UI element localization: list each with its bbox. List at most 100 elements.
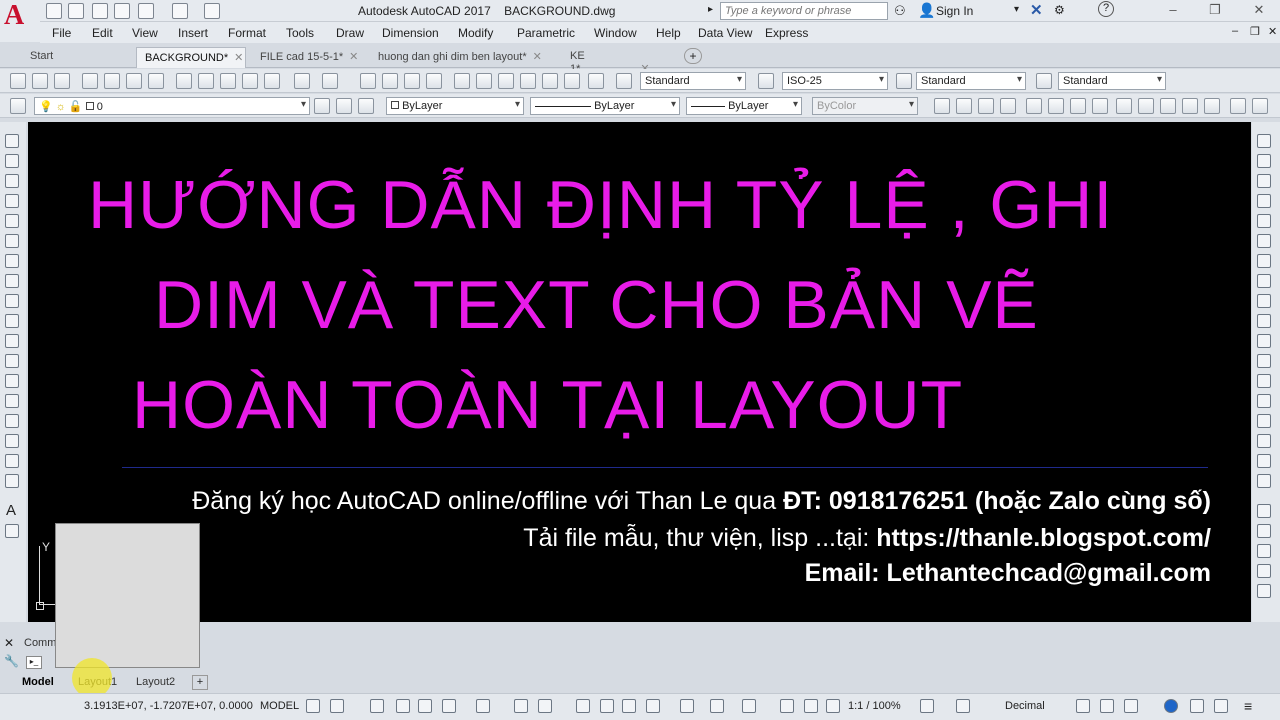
binoculars-icon[interactable]: ⚇ — [894, 3, 906, 19]
sign-in-dropdown-icon[interactable]: ▾ — [1014, 4, 1019, 15]
linear-dim-icon[interactable] — [934, 98, 950, 114]
lock-ui-icon[interactable] — [1100, 699, 1114, 713]
undo-icon[interactable] — [138, 3, 154, 19]
qnew-icon[interactable] — [10, 73, 26, 89]
undo-icon[interactable] — [294, 73, 310, 89]
multileader-style-icon[interactable] — [1036, 73, 1052, 89]
dropdown-arrow-icon[interactable]: ▸ — [708, 4, 713, 15]
diameter-dim-icon[interactable] — [1070, 98, 1086, 114]
redo-icon[interactable] — [322, 73, 338, 89]
annotation-scale-icon[interactable] — [826, 699, 840, 713]
gizmo-icon[interactable] — [742, 699, 756, 713]
annotation-visibility-icon[interactable] — [780, 699, 794, 713]
extend-icon[interactable] — [1257, 334, 1271, 348]
move-icon[interactable] — [1257, 234, 1271, 248]
dim-break-icon[interactable] — [1204, 98, 1220, 114]
application-menu-button[interactable]: A — [0, 0, 40, 42]
maximize-icon[interactable]: ❐ — [1206, 2, 1224, 18]
help-icon[interactable]: ? — [1098, 1, 1114, 17]
plotstyle-select[interactable]: ByColor — [812, 97, 918, 115]
menu-parametric[interactable]: Parametric — [517, 26, 575, 40]
clean-screen-icon[interactable] — [1190, 699, 1204, 713]
tab-close-icon[interactable]: ✕ — [533, 51, 542, 63]
transparency-icon[interactable] — [600, 699, 614, 713]
hatch-icon[interactable] — [5, 414, 19, 428]
block-editor-icon[interactable] — [264, 73, 280, 89]
offset-icon[interactable] — [1257, 194, 1271, 208]
layer-properties-icon[interactable] — [10, 98, 26, 114]
jogged-dim-icon[interactable] — [1048, 98, 1064, 114]
menu-draw[interactable]: Draw — [336, 26, 364, 40]
snap-icon[interactable] — [330, 699, 344, 713]
join-icon[interactable] — [1257, 394, 1271, 408]
command-close-icon[interactable]: ✕ — [4, 636, 14, 650]
spline-icon[interactable] — [5, 294, 19, 308]
a360-icon[interactable]: ⚙ — [1054, 3, 1065, 17]
open-icon[interactable] — [32, 73, 48, 89]
print-icon[interactable] — [114, 3, 130, 19]
tab-file-cad[interactable]: FILE cad 15-5-1* ✕ — [252, 47, 370, 68]
menu-format[interactable]: Format — [228, 26, 266, 40]
layer-states-icon[interactable] — [358, 98, 374, 114]
annotation-scale[interactable]: 1:1 / 100% — [848, 700, 901, 712]
design-center-icon[interactable] — [476, 73, 492, 89]
dim-style-select[interactable]: ISO-25 — [782, 72, 888, 90]
tab-close-icon[interactable]: ✕ — [349, 51, 358, 63]
color-select[interactable]: ByLayer — [386, 97, 524, 115]
menu-tools[interactable]: Tools — [286, 26, 314, 40]
send-under-icon[interactable] — [1257, 564, 1271, 578]
draw-order-back-icon[interactable] — [1257, 524, 1271, 538]
dim-space-icon[interactable] — [1182, 98, 1198, 114]
publish-icon[interactable] — [126, 73, 142, 89]
properties-icon[interactable] — [454, 73, 470, 89]
zoom-previous-icon[interactable] — [426, 73, 442, 89]
menu-file[interactable]: File — [52, 26, 71, 40]
dynamic-ucs-icon[interactable] — [680, 699, 694, 713]
text-style-icon[interactable] — [616, 73, 632, 89]
model-space-toggle[interactable]: MODEL — [260, 700, 299, 712]
user-icon[interactable]: 👤 — [918, 2, 935, 19]
tab-close-icon[interactable]: ✕ — [234, 52, 243, 64]
copy-icon[interactable] — [198, 73, 214, 89]
ellipse-arc-icon[interactable] — [5, 334, 19, 348]
tab-huong-dan[interactable]: huong dan ghi dim ben layout* ✕ — [370, 47, 560, 68]
match-properties-icon[interactable] — [242, 73, 258, 89]
make-block-icon[interactable] — [5, 374, 19, 388]
angular-dim-icon[interactable] — [1092, 98, 1108, 114]
explode-icon[interactable] — [1257, 474, 1271, 488]
construction-line-icon[interactable] — [5, 154, 19, 168]
tab-model[interactable]: Model — [14, 674, 62, 692]
markup-icon[interactable] — [542, 73, 558, 89]
lineweight-select[interactable]: ByLayer — [686, 97, 802, 115]
gradient-icon[interactable] — [5, 434, 19, 448]
bring-above-icon[interactable] — [1257, 544, 1271, 558]
menu-express[interactable]: Express — [765, 26, 808, 40]
insert-block-icon[interactable] — [5, 354, 19, 368]
tab-layout2[interactable]: Layout2 — [128, 674, 183, 692]
sign-in-link[interactable]: Sign In — [936, 4, 973, 18]
isometric-icon[interactable] — [476, 699, 490, 713]
fillet-icon[interactable] — [1257, 434, 1271, 448]
quick-properties-icon[interactable] — [1076, 699, 1090, 713]
linetype-select[interactable]: ByLayer — [530, 97, 680, 115]
pan-icon[interactable] — [360, 73, 376, 89]
command-customize-icon[interactable]: 🔧 — [4, 654, 19, 668]
hardware-acceleration-icon[interactable] — [1164, 699, 1178, 713]
drawing-canvas[interactable]: HƯỚNG DẪN ĐỊNH TỶ LỆ , GHI DIM VÀ TEXT C… — [28, 122, 1251, 622]
text-to-front-icon[interactable] — [1257, 584, 1271, 598]
menu-window[interactable]: Window — [594, 26, 637, 40]
auto-scale-icon[interactable] — [804, 699, 818, 713]
aligned-dim-icon[interactable] — [956, 98, 972, 114]
ordinate-dim-icon[interactable] — [1000, 98, 1016, 114]
workspace-switching-icon[interactable] — [920, 699, 934, 713]
rotate-icon[interactable] — [1257, 254, 1271, 268]
menu-view[interactable]: View — [132, 26, 158, 40]
copy-object-icon[interactable] — [1257, 154, 1271, 168]
revision-cloud-icon[interactable] — [5, 274, 19, 288]
ellipse-icon[interactable] — [5, 314, 19, 328]
region-icon[interactable] — [5, 454, 19, 468]
command-prompt-icon[interactable]: ▸_ — [26, 656, 42, 669]
continue-dim-icon[interactable] — [1160, 98, 1176, 114]
search-input[interactable]: Type a keyword or phrase — [720, 2, 888, 20]
table-style-select[interactable]: Standard — [916, 72, 1026, 90]
